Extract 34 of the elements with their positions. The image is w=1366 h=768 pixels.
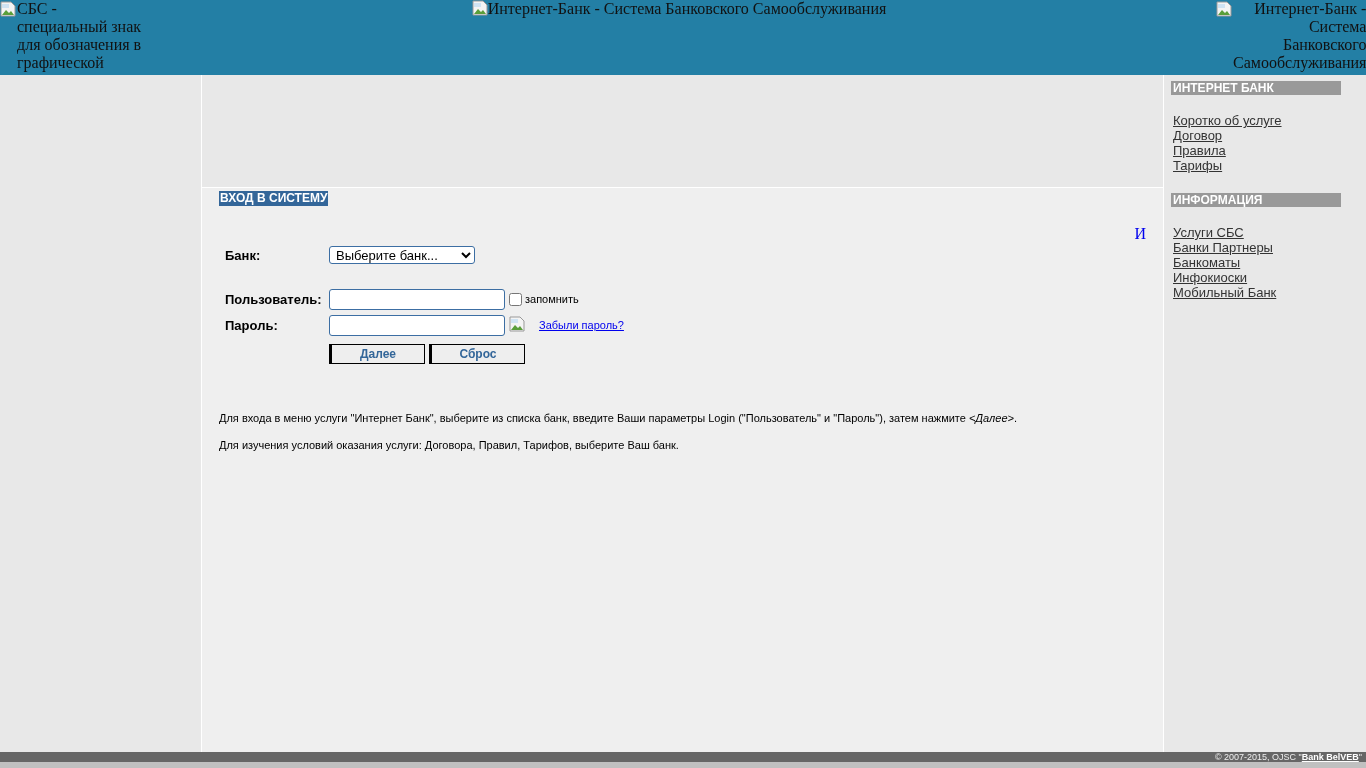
logo-alt-text: СБС - специальный знак для обозначения в графической [17,0,142,72]
remember-checkbox[interactable] [509,293,522,306]
form-button[interactable]: Сброс [429,344,525,364]
password-field[interactable] [329,315,505,336]
user-field[interactable] [329,289,505,310]
form-button[interactable]: Далее [329,344,425,364]
instruction-text: Для изучения условий оказания услуги: Договора, Правил, Тарифов, выберите Ваш банк. [219,437,680,453]
copyright-text: © 2007-2015, OJSC "Bank BelVEB" [1214,752,1362,762]
sidebar-link[interactable]: Коротко об услуге [1173,113,1357,128]
bank-select[interactable]: Выберите банк... [329,246,475,265]
login-heading: ВХОД В СИСТЕМУ [219,191,329,206]
broken-image-icon [509,315,525,332]
sidebar-link[interactable]: Тарифы [1173,158,1357,173]
password-label: Пароль: [225,316,279,335]
sidebar-link[interactable]: Мобильный Банк [1173,285,1357,300]
bank-label: Банк: [225,246,262,265]
title-alt-text: Интернет-Банк - Система Банковского Самообслуживания [487,0,887,17]
sidebar-heading: ИНФОРМАЦИЯ [1171,193,1341,207]
forgot-password-link[interactable]: Забыли пароль? [539,317,624,334]
broken-image-icon [0,1,16,17]
broken-image-icon [471,0,488,16]
instruction-text: Для входа в меню услуги "Интернет Банк", выберите из списка банк, введите Ваши параметры Login ("Пользователь" и "Пароль"), затем нажмите <Далее>. [219,411,1019,426]
banner-alt-text: Интернет-Банк - Система Банковского Самообслуживания [1233,0,1366,72]
sidebar-link[interactable]: Инфокиоски [1173,270,1357,285]
sidebar-link[interactable]: Договор [1173,128,1357,143]
sidebar-link[interactable]: Услуги СБС [1173,225,1357,240]
user-label: Пользователь: [225,290,323,309]
sidebar-heading: ИНТЕРНЕТ БАНК [1171,81,1341,95]
sidebar-link[interactable]: Банки Партнеры [1173,240,1357,255]
sidebar-link[interactable]: Банкоматы [1173,255,1357,270]
remember-label: запомнить [525,292,579,308]
corner-letter: И [1134,223,1146,244]
broken-image-icon [1216,1,1232,17]
sidebar-link[interactable]: Правила [1173,143,1357,158]
